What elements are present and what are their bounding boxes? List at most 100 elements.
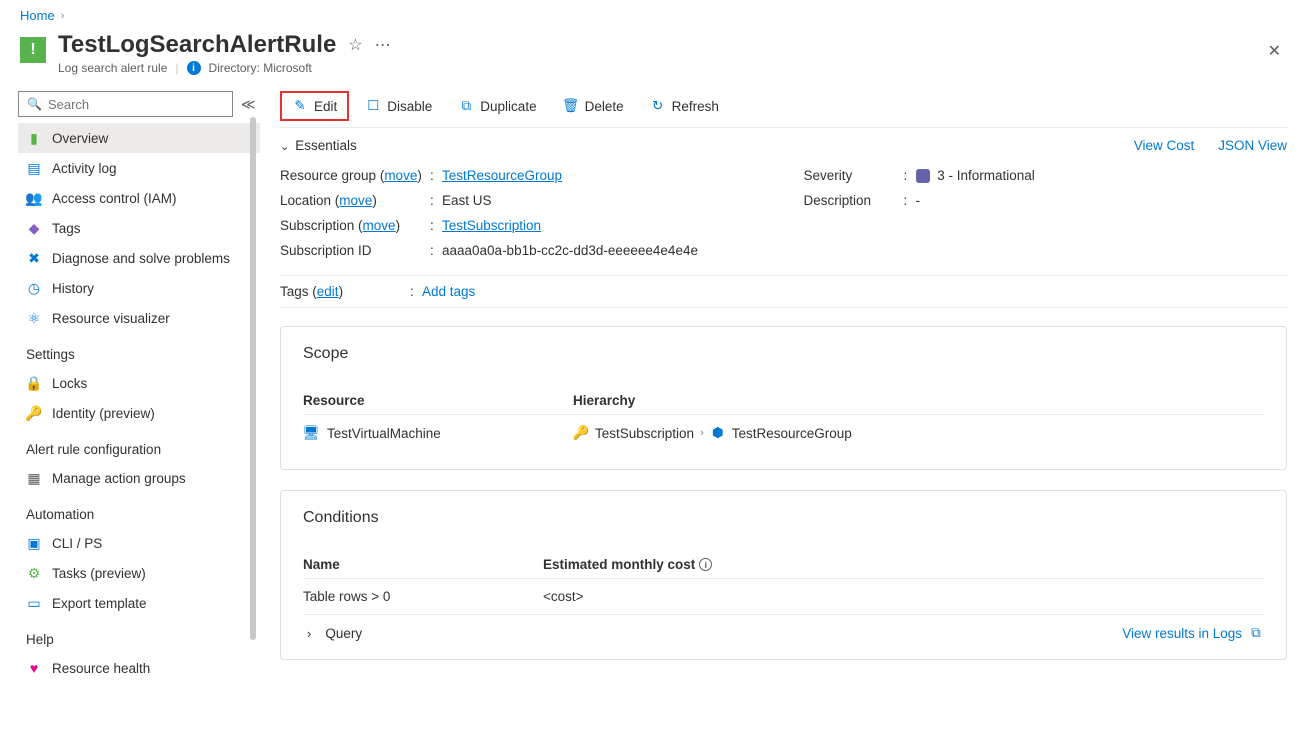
history-icon: ◷	[26, 280, 42, 296]
close-button[interactable]: ✕	[1262, 35, 1287, 67]
sidebar-item-cli-ps[interactable]: ▣ CLI / PS	[18, 528, 260, 558]
sidebar-item-resource-visualizer[interactable]: ⚛ Resource visualizer	[18, 303, 260, 333]
edit-button[interactable]: ✎ Edit	[280, 91, 349, 121]
collapse-sidebar-icon[interactable]: ≪	[241, 96, 256, 113]
subscription-label: Subscription	[280, 218, 354, 233]
button-label: Refresh	[672, 99, 719, 114]
overview-icon: ▮	[26, 130, 42, 146]
severity-value: 3 - Informational	[937, 168, 1035, 183]
resource-group-value[interactable]: TestResourceGroup	[442, 168, 562, 183]
more-actions-icon[interactable]: ⋯	[375, 35, 391, 55]
tags-edit-link[interactable]: edit	[317, 284, 339, 299]
breadcrumb-home[interactable]: Home	[20, 8, 55, 23]
expand-query-icon[interactable]: ›	[303, 626, 311, 641]
scope-row: 🖥 TestVirtualMachine 🔑 TestSubscription …	[303, 414, 1264, 451]
sidebar-item-diagnose[interactable]: ✖ Diagnose and solve problems	[18, 243, 260, 273]
identity-icon: 🔑	[26, 405, 42, 421]
button-label: Delete	[585, 99, 624, 114]
scope-card: Scope Resource Hierarchy 🖥 TestVirtualMa…	[280, 326, 1287, 470]
info-icon[interactable]: i	[187, 61, 201, 75]
sidebar-item-label: Tasks (preview)	[52, 566, 146, 581]
disable-button[interactable]: ☐ Disable	[355, 93, 442, 119]
sidebar-item-label: Resource health	[52, 661, 150, 676]
sidebar-item-overview[interactable]: ▮ Overview	[18, 123, 260, 153]
sidebar-item-access-control[interactable]: 👥 Access control (IAM)	[18, 183, 260, 213]
sidebar-item-locks[interactable]: 🔒 Locks	[18, 368, 260, 398]
query-label: Query	[325, 626, 362, 641]
json-view-link[interactable]: JSON View	[1218, 138, 1287, 153]
page-title: TestLogSearchAlertRule	[58, 31, 336, 59]
search-input[interactable]	[48, 97, 224, 112]
sidebar-item-label: Export template	[52, 596, 147, 611]
view-cost-link[interactable]: View Cost	[1134, 138, 1195, 153]
favorite-star-icon[interactable]: ☆	[348, 35, 362, 55]
sidebar-item-label: History	[52, 281, 94, 296]
sidebar-item-label: Tags	[52, 221, 81, 236]
location-move-link[interactable]: move	[339, 193, 372, 208]
essentials-toggle[interactable]: ⌃ Essentials	[280, 138, 357, 153]
diagnose-icon: ✖	[26, 250, 42, 266]
chevron-right-icon: ›	[61, 10, 65, 22]
vm-icon: 🖥	[303, 425, 319, 441]
refresh-icon: ↻	[650, 98, 666, 114]
description-value: -	[916, 193, 1288, 208]
hierarchy-subscription: TestSubscription	[595, 426, 694, 441]
delete-icon: 🗑	[563, 98, 579, 114]
resource-group-move-link[interactable]: move	[384, 168, 417, 183]
logs-icon: ⧉	[1248, 625, 1264, 641]
tags-row: Tags (edit) : Add tags	[280, 275, 1287, 308]
refresh-button[interactable]: ↻ Refresh	[640, 93, 729, 119]
sidebar-item-label: Access control (IAM)	[52, 191, 177, 206]
condition-name: Table rows > 0	[303, 589, 543, 604]
directory-label: Directory: Microsoft	[209, 61, 312, 75]
location-label: Location	[280, 193, 331, 208]
add-tags-link[interactable]: Add tags	[422, 284, 475, 299]
scope-resource-header: Resource	[303, 393, 573, 408]
access-control-icon: 👥	[26, 190, 42, 206]
sidebar-item-export-template[interactable]: ▭ Export template	[18, 588, 260, 618]
tags-label: Tags	[280, 284, 309, 299]
info-icon[interactable]: i	[699, 558, 712, 571]
subscription-move-link[interactable]: move	[363, 218, 396, 233]
export-template-icon: ▭	[26, 595, 42, 611]
subscription-id-label: Subscription ID	[280, 243, 430, 258]
page-header: ! TestLogSearchAlertRule ☆ ⋯ Log search …	[0, 27, 1307, 85]
essentials-label: Essentials	[295, 138, 357, 153]
view-results-in-logs-link[interactable]: View results in Logs ⧉	[1122, 625, 1264, 641]
resource-health-icon: ♥	[26, 660, 42, 676]
sidebar-scrollbar[interactable]	[250, 117, 256, 640]
sidebar-heading-settings: Settings	[18, 333, 260, 368]
sidebar-item-label: Activity log	[52, 161, 117, 176]
sidebar-item-tags[interactable]: ◆ Tags	[18, 213, 260, 243]
sidebar-item-action-groups[interactable]: ▦ Manage action groups	[18, 463, 260, 493]
sidebar-item-label: Locks	[52, 376, 87, 391]
condition-row: Table rows > 0 <cost>	[303, 578, 1264, 614]
cli-icon: ▣	[26, 535, 42, 551]
command-bar: ✎ Edit ☐ Disable ⧉ Duplicate 🗑 Delete ↻ …	[280, 85, 1287, 128]
duplicate-button[interactable]: ⧉ Duplicate	[448, 93, 546, 119]
sidebar-item-history[interactable]: ◷ History	[18, 273, 260, 303]
breadcrumb: Home ›	[0, 0, 1307, 27]
sidebar-heading-automation: Automation	[18, 493, 260, 528]
activity-log-icon: ▤	[26, 160, 42, 176]
search-icon: 🔍	[27, 97, 42, 111]
button-label: Duplicate	[480, 99, 536, 114]
duplicate-icon: ⧉	[458, 98, 474, 114]
sidebar-item-identity[interactable]: 🔑 Identity (preview)	[18, 398, 260, 428]
sidebar-heading-help: Help	[18, 618, 260, 653]
subscription-value[interactable]: TestSubscription	[442, 218, 541, 233]
hierarchy-resource-group: TestResourceGroup	[732, 426, 852, 441]
subscription-id-value: aaaa0a0a-bb1b-cc2c-dd3d-eeeeee4e4e4e	[442, 243, 764, 258]
sidebar-item-resource-health[interactable]: ♥ Resource health	[18, 653, 260, 683]
scope-resource-name: TestVirtualMachine	[327, 426, 441, 441]
delete-button[interactable]: 🗑 Delete	[553, 93, 634, 119]
resource-group-icon: ⬢	[710, 425, 726, 441]
sidebar-item-tasks[interactable]: ⚙ Tasks (preview)	[18, 558, 260, 588]
sidebar-item-activity-log[interactable]: ▤ Activity log	[18, 153, 260, 183]
subscription-icon: 🔑	[573, 425, 589, 441]
sidebar-heading-alert-config: Alert rule configuration	[18, 428, 260, 463]
sidebar-item-label: Overview	[52, 131, 108, 146]
sidebar-search[interactable]: 🔍	[18, 91, 233, 117]
condition-cost: <cost>	[543, 589, 1264, 604]
sidebar-item-label: Manage action groups	[52, 471, 186, 486]
